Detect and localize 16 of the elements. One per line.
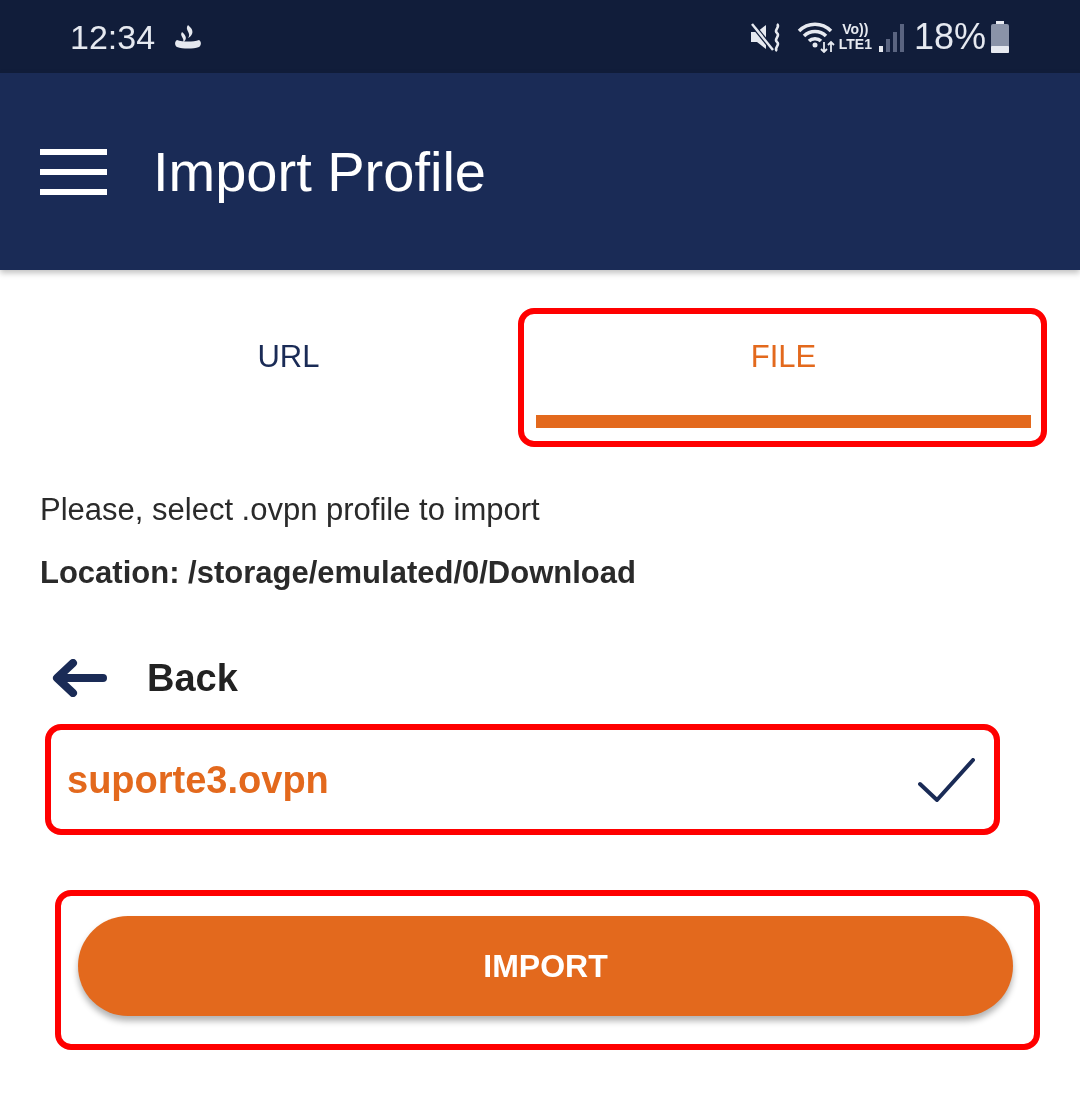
volte-label: Vo)) bbox=[842, 21, 869, 37]
battery-icon bbox=[990, 20, 1010, 53]
signal-icon bbox=[877, 21, 906, 52]
menu-icon[interactable] bbox=[40, 148, 107, 195]
location-text: Location: /storage/emulated/0/Download bbox=[40, 555, 637, 591]
wifi-icon bbox=[796, 20, 835, 53]
import-button[interactable]: IMPORT bbox=[78, 916, 1013, 1016]
tab[interactable]: FILE bbox=[536, 326, 1031, 429]
battery-percent: 18% bbox=[913, 18, 986, 55]
network-label: LTE1 bbox=[838, 36, 872, 52]
file-item[interactable]: suporte3.ovpn bbox=[53, 732, 992, 827]
instructions-text: Please, select .ovpn profile to import bbox=[40, 492, 541, 528]
tab[interactable]: URL bbox=[41, 326, 536, 429]
back-button[interactable]: Back bbox=[52, 658, 238, 698]
status-time: 12:34 bbox=[70, 19, 156, 54]
flame-icon bbox=[173, 24, 204, 49]
